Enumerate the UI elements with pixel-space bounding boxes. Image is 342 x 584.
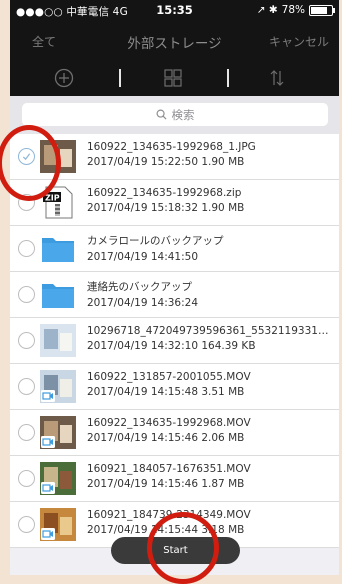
file-text: カメラロールのバックアップ 2017/04/19 14:41:50 bbox=[87, 233, 333, 263]
file-text: 160922_134635-1992968_1.JPG 2017/04/19 15… bbox=[87, 141, 333, 168]
search-input[interactable]: 検索 bbox=[22, 103, 328, 126]
file-meta: 2017/04/19 15:18:32 1.90 MB bbox=[87, 202, 245, 214]
folder-icon bbox=[40, 278, 76, 311]
status-bar: ●●●○○ 中華電信 4G 15:35 ↗ ✱ 78% bbox=[10, 0, 339, 22]
annotation-circle-checkbox bbox=[0, 125, 61, 201]
file-name: 160921_184057-1676351.MOV bbox=[87, 463, 251, 475]
grid-icon[interactable] bbox=[161, 66, 185, 90]
checkbox[interactable] bbox=[18, 286, 35, 303]
search-placeholder: 検索 bbox=[171, 107, 195, 122]
folder-icon bbox=[40, 232, 76, 265]
file-name: 10296718_472049739596361_5532119331… bbox=[87, 325, 329, 337]
nav-bar: 全て 外部ストレージ キャンセル bbox=[10, 22, 339, 60]
status-right: ↗ ✱ 78% bbox=[256, 4, 335, 16]
file-meta: 2017/04/19 15:22:50 1.90 MB bbox=[87, 156, 245, 168]
sort-icon[interactable] bbox=[265, 66, 289, 90]
battery-icon bbox=[309, 4, 335, 16]
file-text: 連絡先のバックアップ 2017/04/19 14:36:24 bbox=[87, 279, 333, 309]
toolbar-divider bbox=[119, 69, 121, 87]
photo-thumbnail bbox=[40, 324, 76, 357]
video-thumbnail bbox=[40, 370, 76, 403]
list-item[interactable]: 10296718_472049739596361_5532119331… 2017… bbox=[10, 318, 339, 364]
file-name: 160922_134635-1992968.zip bbox=[87, 187, 242, 199]
list-item[interactable]: 160922_134635-1992968.MOV 2017/04/19 14:1… bbox=[10, 410, 339, 456]
file-text: 10296718_472049739596361_5532119331… 2017… bbox=[87, 325, 333, 352]
file-list: 160922_134635-1992968_1.JPG 2017/04/19 15… bbox=[10, 134, 339, 548]
checkbox[interactable] bbox=[18, 470, 35, 487]
list-item[interactable]: 連絡先のバックアップ 2017/04/19 14:36:24 bbox=[10, 272, 339, 318]
video-thumbnail bbox=[40, 462, 76, 495]
svg-text:ZIP: ZIP bbox=[45, 194, 60, 203]
file-text: 160922_134635-1992968.MOV 2017/04/19 14:1… bbox=[87, 417, 333, 444]
toolbar bbox=[10, 60, 339, 96]
plus-circle-icon[interactable] bbox=[52, 66, 76, 90]
file-name: 160921_184739-2314349.MOV bbox=[87, 509, 251, 521]
checkbox[interactable] bbox=[18, 378, 35, 395]
annotation-circle-start bbox=[147, 512, 219, 584]
checkbox[interactable] bbox=[18, 516, 35, 533]
file-meta: 2017/04/19 14:41:50 bbox=[87, 251, 199, 263]
video-thumbnail bbox=[40, 416, 76, 449]
phone-screen: ●●●○○ 中華電信 4G 15:35 ↗ ✱ 78% 全て 外部ストレージ キ… bbox=[10, 0, 339, 575]
file-meta: 2017/04/19 14:15:48 3.51 MB bbox=[87, 386, 245, 398]
file-text: 160921_184057-1676351.MOV 2017/04/19 14:1… bbox=[87, 463, 333, 490]
file-meta: 2017/04/19 14:36:24 bbox=[87, 297, 199, 309]
list-item[interactable]: ZIP 160922_134635-1992968.zip 2017/04/19 1… bbox=[10, 180, 339, 226]
battery-percent: 78% bbox=[281, 4, 305, 16]
list-item[interactable]: 160921_184057-1676351.MOV 2017/04/19 14:1… bbox=[10, 456, 339, 502]
file-meta: 2017/04/19 14:32:10 164.39 KB bbox=[87, 340, 256, 352]
file-name: 160922_134635-1992968.MOV bbox=[87, 417, 251, 429]
file-text: 160922_134635-1992968.zip 2017/04/19 15:1… bbox=[87, 187, 333, 214]
file-name: 160922_131857-2001055.MOV bbox=[87, 371, 251, 383]
checkbox[interactable] bbox=[18, 240, 35, 257]
file-meta: 2017/04/19 14:15:46 2.06 MB bbox=[87, 432, 245, 444]
search-icon bbox=[156, 109, 167, 120]
file-meta: 2017/04/19 14:15:46 1.87 MB bbox=[87, 478, 245, 490]
list-item[interactable]: カメラロールのバックアップ 2017/04/19 14:41:50 bbox=[10, 226, 339, 272]
file-name: 160922_134635-1992968_1.JPG bbox=[87, 141, 256, 153]
location-bluetooth-icons: ↗ ✱ bbox=[256, 4, 278, 16]
search-bar: 検索 bbox=[10, 96, 339, 134]
toolbar-divider bbox=[227, 69, 229, 87]
cancel-button[interactable]: キャンセル bbox=[269, 33, 329, 50]
file-name: 連絡先のバックアップ bbox=[87, 281, 192, 293]
file-text: 160922_131857-2001055.MOV 2017/04/19 14:1… bbox=[87, 371, 333, 398]
checkbox[interactable] bbox=[18, 332, 35, 349]
video-thumbnail bbox=[40, 508, 76, 541]
file-name: カメラロールのバックアップ bbox=[87, 235, 224, 247]
list-item[interactable]: 160922_131857-2001055.MOV 2017/04/19 14:1… bbox=[10, 364, 339, 410]
checkbox[interactable] bbox=[18, 424, 35, 441]
